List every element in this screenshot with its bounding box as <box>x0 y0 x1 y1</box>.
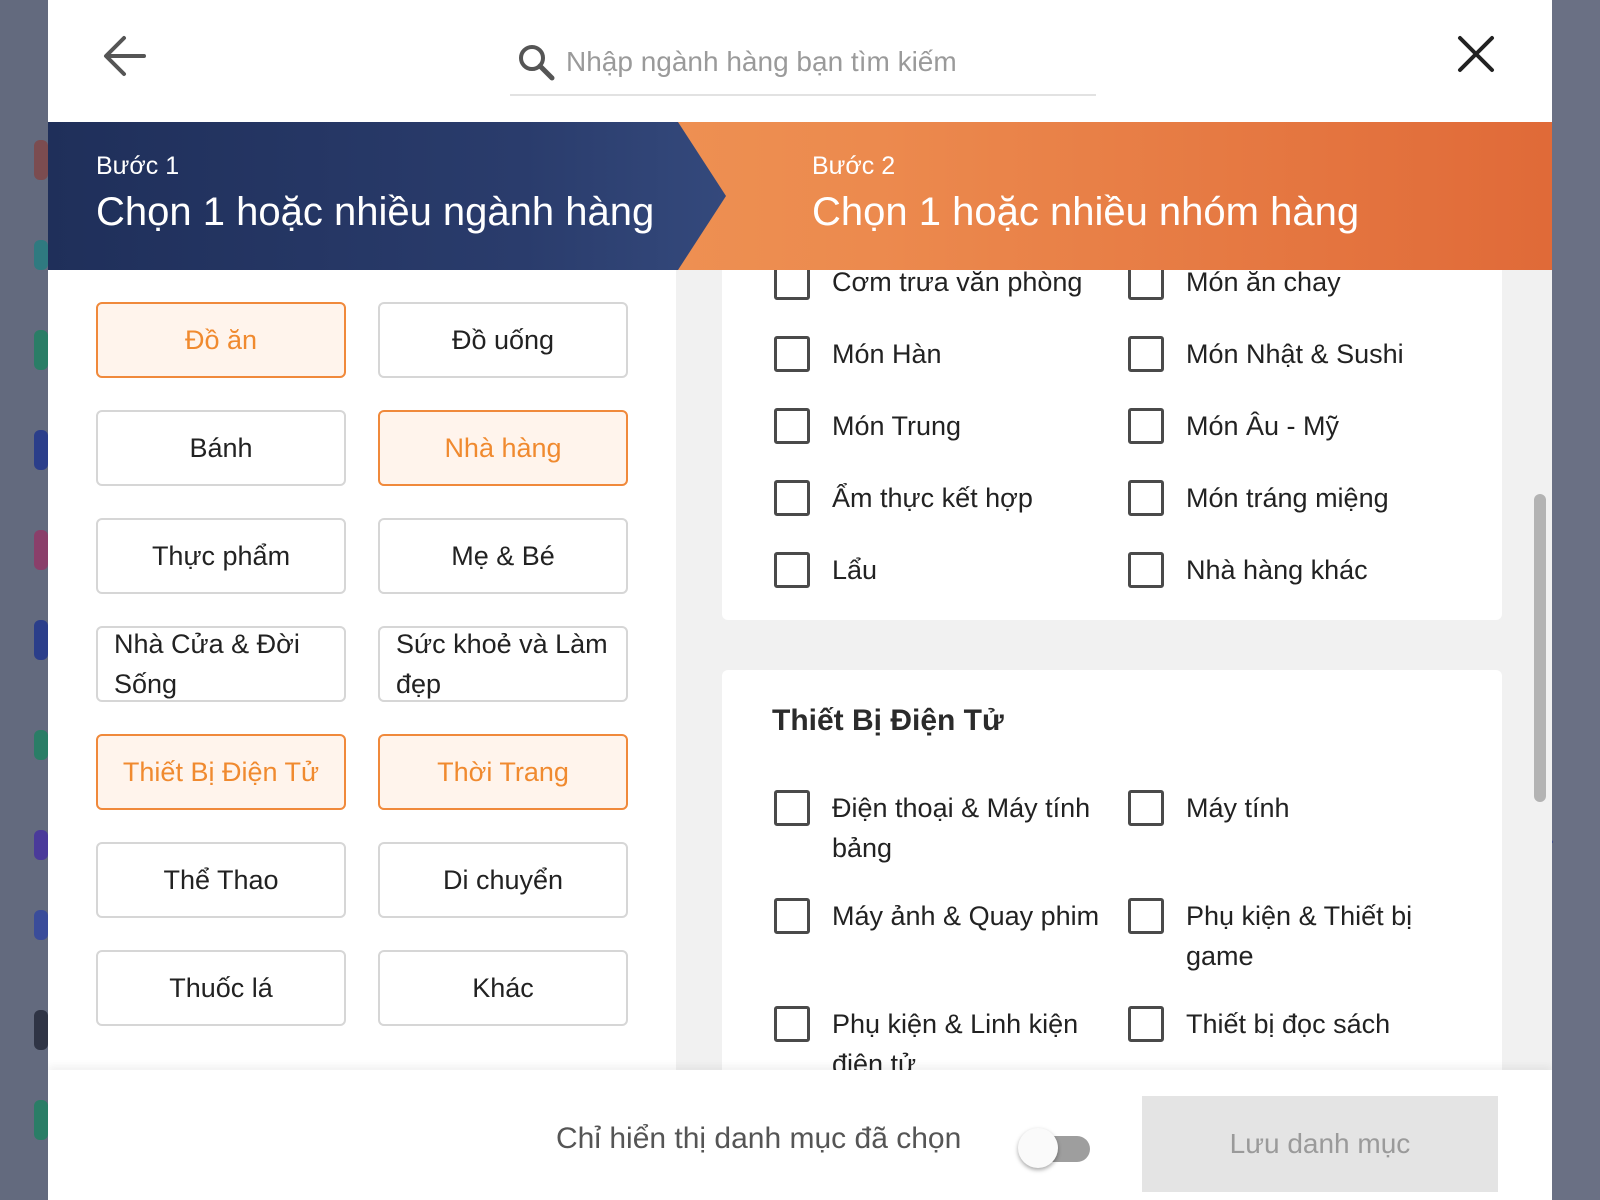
checkbox[interactable] <box>774 790 810 826</box>
category-button[interactable]: Đồ ăn <box>96 302 346 378</box>
show-selected-toggle[interactable] <box>1018 1128 1090 1168</box>
group-option-label: Món Âu - Mỹ <box>1186 411 1340 441</box>
group-option[interactable]: Món ăn chay <box>1128 270 1458 302</box>
backdrop-strip <box>34 330 48 370</box>
group-option[interactable]: Ẩm thực kết hợp <box>774 478 1104 518</box>
footer-bar: Chỉ hiển thị danh mục đã chọn Lưu danh m… <box>48 1070 1552 1200</box>
category-button[interactable]: Sức khoẻ và Làm đẹp <box>378 626 628 702</box>
category-button[interactable]: Di chuyển <box>378 842 628 918</box>
scrollbar-thumb[interactable] <box>1534 494 1546 802</box>
step-2-title: Chọn 1 hoặc nhiều nhóm hàng <box>812 190 1360 234</box>
group-option-label: Cơm trưa văn phòng <box>832 270 1083 297</box>
step-1-kicker: Bước 1 <box>96 152 180 180</box>
group-option-label: Món tráng miệng <box>1186 483 1389 513</box>
checkbox[interactable] <box>774 898 810 934</box>
step-header: Bước 2 Chọn 1 hoặc nhiều nhóm hàng Bước … <box>48 122 1552 270</box>
backdrop-strip <box>34 620 48 660</box>
checkbox[interactable] <box>774 270 810 300</box>
arrow-left-icon <box>104 36 146 76</box>
show-selected-label: Chỉ hiển thị danh mục đã chọn <box>556 1122 962 1155</box>
category-button[interactable]: Thực phẩm <box>96 518 346 594</box>
search-icon <box>519 45 555 81</box>
close-button[interactable] <box>1452 30 1500 78</box>
checkbox[interactable] <box>1128 1006 1164 1042</box>
search-bar <box>510 40 1096 96</box>
group-option[interactable]: Món Nhật & Sushi <box>1128 334 1458 374</box>
group-option[interactable]: Cơm trưa văn phòng <box>774 270 1104 302</box>
category-button[interactable]: Đồ uống <box>378 302 628 378</box>
checkbox[interactable] <box>774 408 810 444</box>
restaurant-group-card: Cơm trưa văn phòng Món ăn chay Món Hàn M… <box>722 270 1502 620</box>
toggle-knob <box>1018 1128 1058 1168</box>
category-button[interactable]: Nhà hàng <box>378 410 628 486</box>
group-option-label: Máy ảnh & Quay phim <box>832 901 1100 931</box>
checkbox[interactable] <box>1128 270 1164 300</box>
backdrop-strip <box>34 140 48 180</box>
category-button[interactable]: Thời Trang <box>378 734 628 810</box>
backdrop-strip <box>34 240 48 270</box>
checkbox[interactable] <box>774 1006 810 1042</box>
group-option-label: Điện thoại & Máy tính bảng <box>832 793 1091 863</box>
group-option-label: Máy tính <box>1186 793 1290 823</box>
backdrop-strip <box>34 1100 48 1140</box>
category-button[interactable]: Bánh <box>96 410 346 486</box>
checkbox[interactable] <box>774 552 810 588</box>
step-1-title: Chọn 1 hoặc nhiều ngành hàng <box>96 190 655 234</box>
group-option[interactable]: Món Hàn <box>774 334 1104 374</box>
checkbox[interactable] <box>1128 898 1164 934</box>
backdrop-strip <box>34 430 48 470</box>
search-input[interactable] <box>566 42 1086 82</box>
step-2-kicker: Bước 2 <box>812 152 896 180</box>
group-option[interactable]: Thiết bị đọc sách <box>1128 1004 1458 1044</box>
group-option[interactable]: Phụ kiện & Linh kiện điện tử <box>774 1004 1104 1070</box>
checkbox[interactable] <box>1128 480 1164 516</box>
group-option-label: Món ăn chay <box>1186 270 1341 297</box>
category-button[interactable]: Thể Thao <box>96 842 346 918</box>
group-option[interactable]: Nhà hàng khác <box>1128 550 1458 590</box>
group-option-label: Phụ kiện & Thiết bị game <box>1186 901 1413 971</box>
group-option-label: Món Hàn <box>832 339 942 369</box>
step-1-banner: Bước 1 Chọn 1 hoặc nhiều ngành hàng <box>48 122 726 270</box>
category-picker-modal: Bước 2 Chọn 1 hoặc nhiều nhóm hàng Bước … <box>48 0 1552 1200</box>
close-icon <box>1458 36 1494 72</box>
group-option-label: Món Trung <box>832 411 962 441</box>
group-option[interactable]: Món Trung <box>774 406 1104 446</box>
group-option-label: Lẩu <box>832 555 878 585</box>
backdrop-strip <box>34 730 48 760</box>
group-option[interactable]: Lẩu <box>774 550 1104 590</box>
group-option[interactable]: Máy ảnh & Quay phim <box>774 896 1104 936</box>
group-option[interactable]: Phụ kiện & Thiết bị game <box>1128 896 1458 976</box>
checkbox[interactable] <box>774 336 810 372</box>
group-option-label: Món Nhật & Sushi <box>1186 339 1404 369</box>
category-panel: Đồ ăn Đồ uống Bánh Nhà hàng Thực phẩm Mẹ… <box>48 270 676 1070</box>
checkbox[interactable] <box>1128 790 1164 826</box>
checkbox[interactable] <box>1128 552 1164 588</box>
electronics-group-card: Thiết Bị Điện Tử Điện thoại & Máy tính b… <box>722 670 1502 1070</box>
group-option-label: Nhà hàng khác <box>1186 555 1368 585</box>
group-option[interactable]: Món tráng miệng <box>1128 478 1458 518</box>
backdrop-strip <box>34 1010 48 1050</box>
checkbox[interactable] <box>1128 336 1164 372</box>
save-categories-button[interactable]: Lưu danh mục <box>1142 1096 1498 1192</box>
group-option-label: Phụ kiện & Linh kiện điện tử <box>832 1009 1079 1070</box>
backdrop-strip <box>34 530 48 570</box>
category-button[interactable]: Mẹ & Bé <box>378 518 628 594</box>
group-option-label: Ẩm thực kết hợp <box>832 483 1033 513</box>
category-button[interactable]: Thuốc lá <box>96 950 346 1026</box>
group-title: Thiết Bị Điện Tử <box>772 704 1004 737</box>
top-bar <box>48 0 1552 122</box>
category-button[interactable]: Nhà Cửa & Đời Sống <box>96 626 346 702</box>
checkbox[interactable] <box>774 480 810 516</box>
backdrop-strip <box>34 910 48 940</box>
category-button[interactable]: Thiết Bị Điện Tử <box>96 734 346 810</box>
group-option[interactable]: Món Âu - Mỹ <box>1128 406 1458 446</box>
group-option-label: Thiết bị đọc sách <box>1186 1009 1391 1039</box>
group-panel: Cơm trưa văn phòng Món ăn chay Món Hàn M… <box>676 270 1552 1070</box>
group-option[interactable]: Điện thoại & Máy tính bảng <box>774 788 1104 868</box>
back-button[interactable] <box>98 30 154 82</box>
category-button[interactable]: Khác <box>378 950 628 1026</box>
backdrop-strip <box>34 830 48 860</box>
checkbox[interactable] <box>1128 408 1164 444</box>
group-option[interactable]: Máy tính <box>1128 788 1458 828</box>
